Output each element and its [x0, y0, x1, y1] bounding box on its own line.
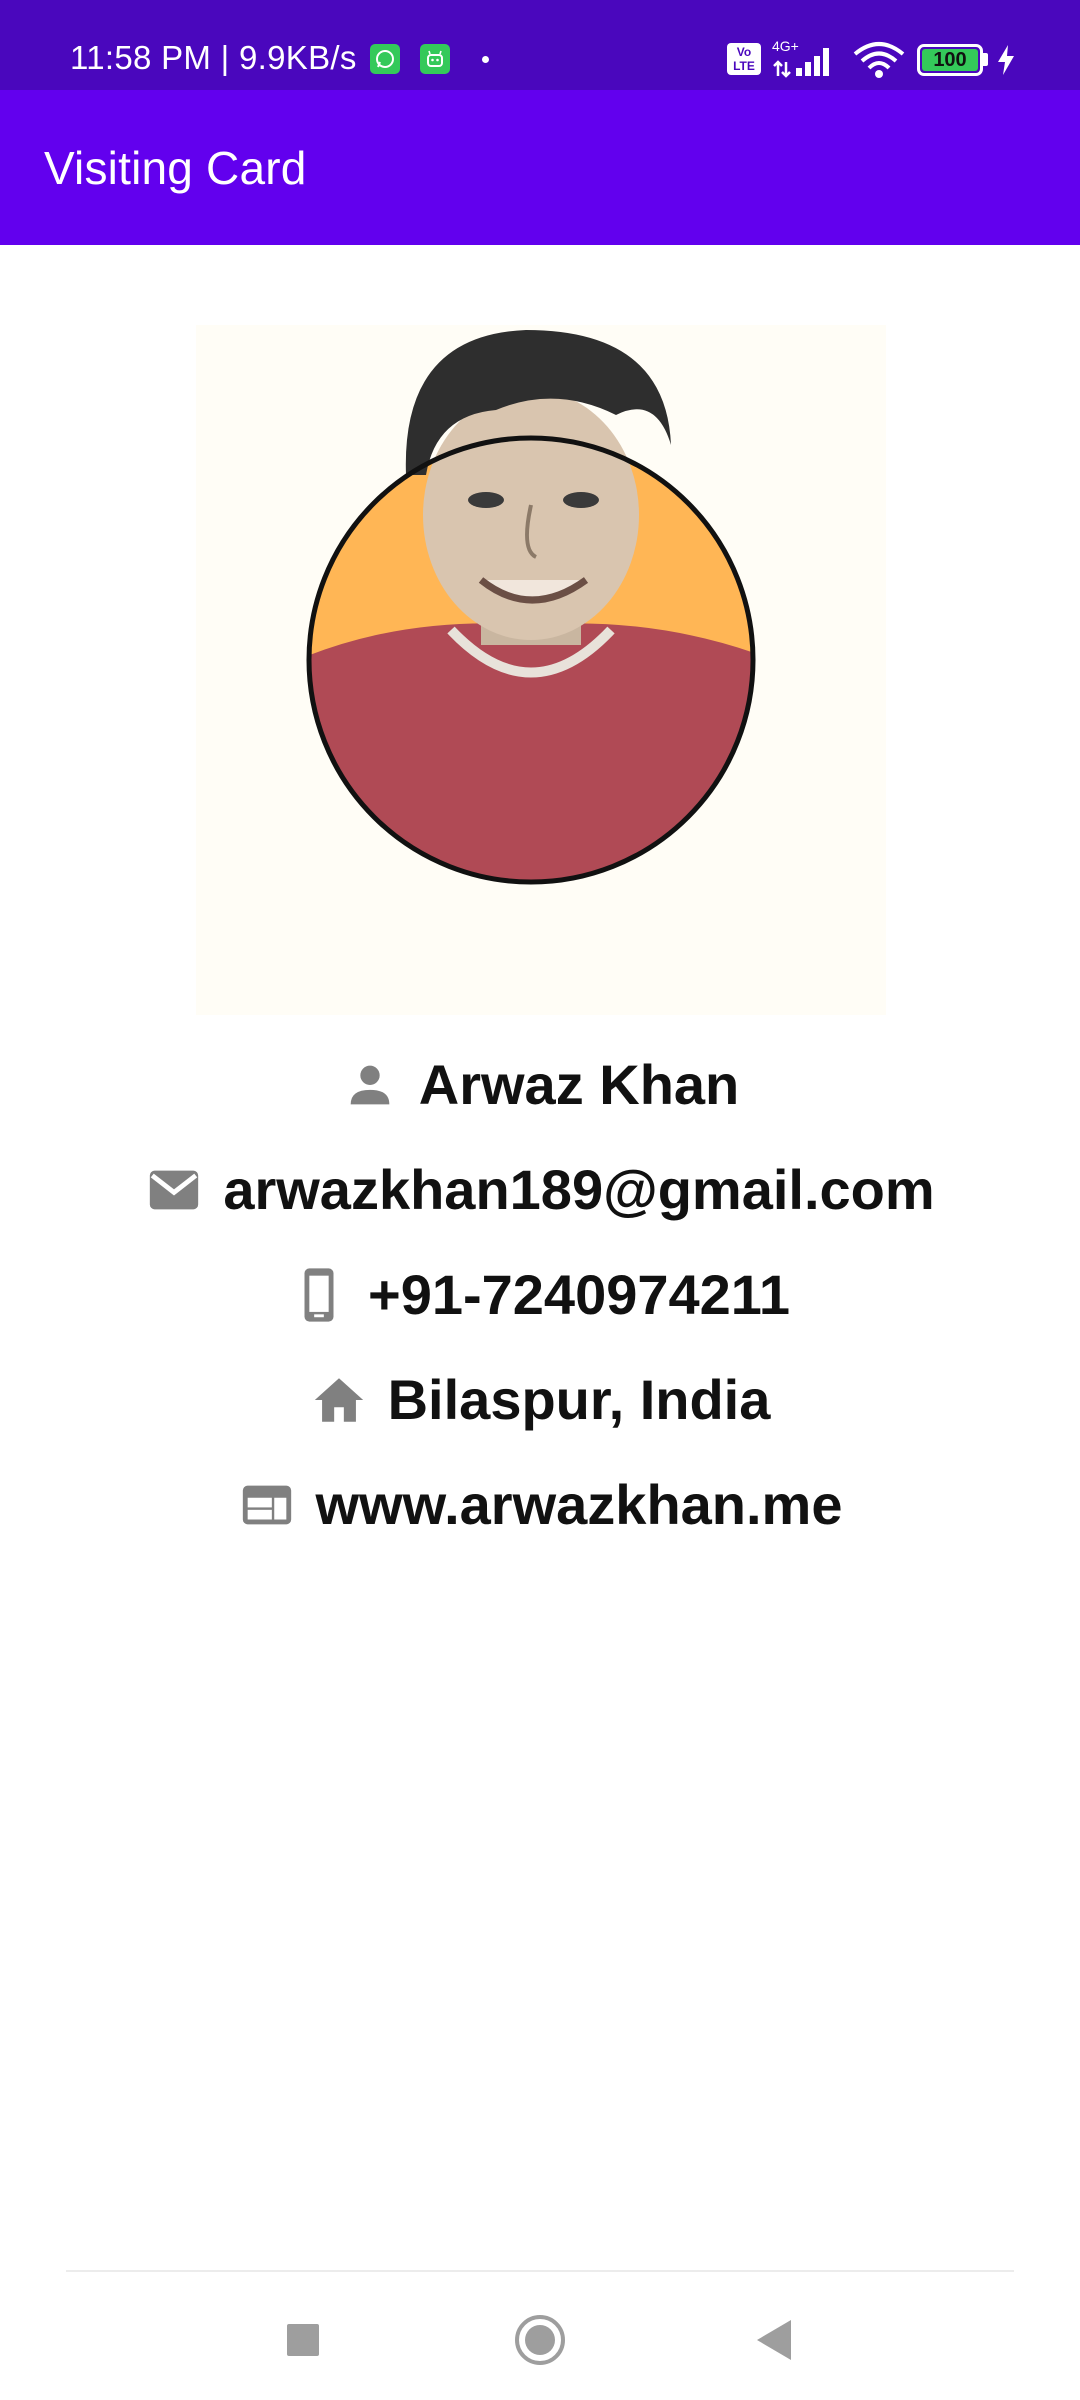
person-icon [350, 1065, 390, 1105]
nav-divider [66, 2270, 1014, 2272]
website-row: www.arwazkhan.me [0, 1465, 1080, 1545]
back-button[interactable] [735, 2300, 815, 2380]
phone-text: +91-7240974211 [368, 1263, 790, 1326]
battery-tip [983, 53, 988, 66]
phone-row: +91-7240974211 [0, 1255, 1080, 1335]
svg-text:LTE: LTE [733, 59, 755, 73]
location-row: Bilaspur, India [0, 1360, 1080, 1440]
battery-icon: 100 [917, 44, 983, 76]
website-text: www.arwazkhan.me [315, 1473, 843, 1536]
svg-text:Vo: Vo [737, 45, 751, 59]
battery-level: 100 [922, 49, 978, 71]
mail-icon [150, 1170, 199, 1210]
name-row: Arwaz Khan [0, 1045, 1080, 1125]
profile-photo [196, 325, 886, 1015]
home-button[interactable] [500, 2300, 580, 2380]
email-row: arwazkhan189@gmail.com [0, 1150, 1080, 1230]
whatsapp-icon [370, 44, 400, 74]
phone-icon [304, 1268, 334, 1322]
recents-button[interactable] [263, 2300, 343, 2380]
web-icon [242, 1485, 291, 1525]
status-bar: 11:58 PM | 9.9KB/s Vo LTE 4G+ 100 [0, 0, 1080, 90]
name-text: Arwaz Khan [418, 1053, 740, 1116]
wifi-icon [853, 42, 905, 78]
system-icons: Vo LTE 4G+ 100 [680, 0, 1080, 90]
status-time: 11:58 PM | 9.9KB/s [70, 39, 357, 76]
charging-icon [998, 45, 1014, 75]
home-icon [314, 1378, 363, 1422]
volte-icon: Vo LTE [727, 43, 761, 75]
notification-dot [482, 56, 489, 63]
signal-icon [773, 48, 829, 78]
android-icon [420, 44, 450, 74]
location-text: Bilaspur, India [387, 1368, 771, 1431]
app-title: Visiting Card [44, 142, 307, 194]
app-bar: Visiting Card [0, 90, 1080, 245]
email-text: arwazkhan189@gmail.com [223, 1158, 935, 1221]
